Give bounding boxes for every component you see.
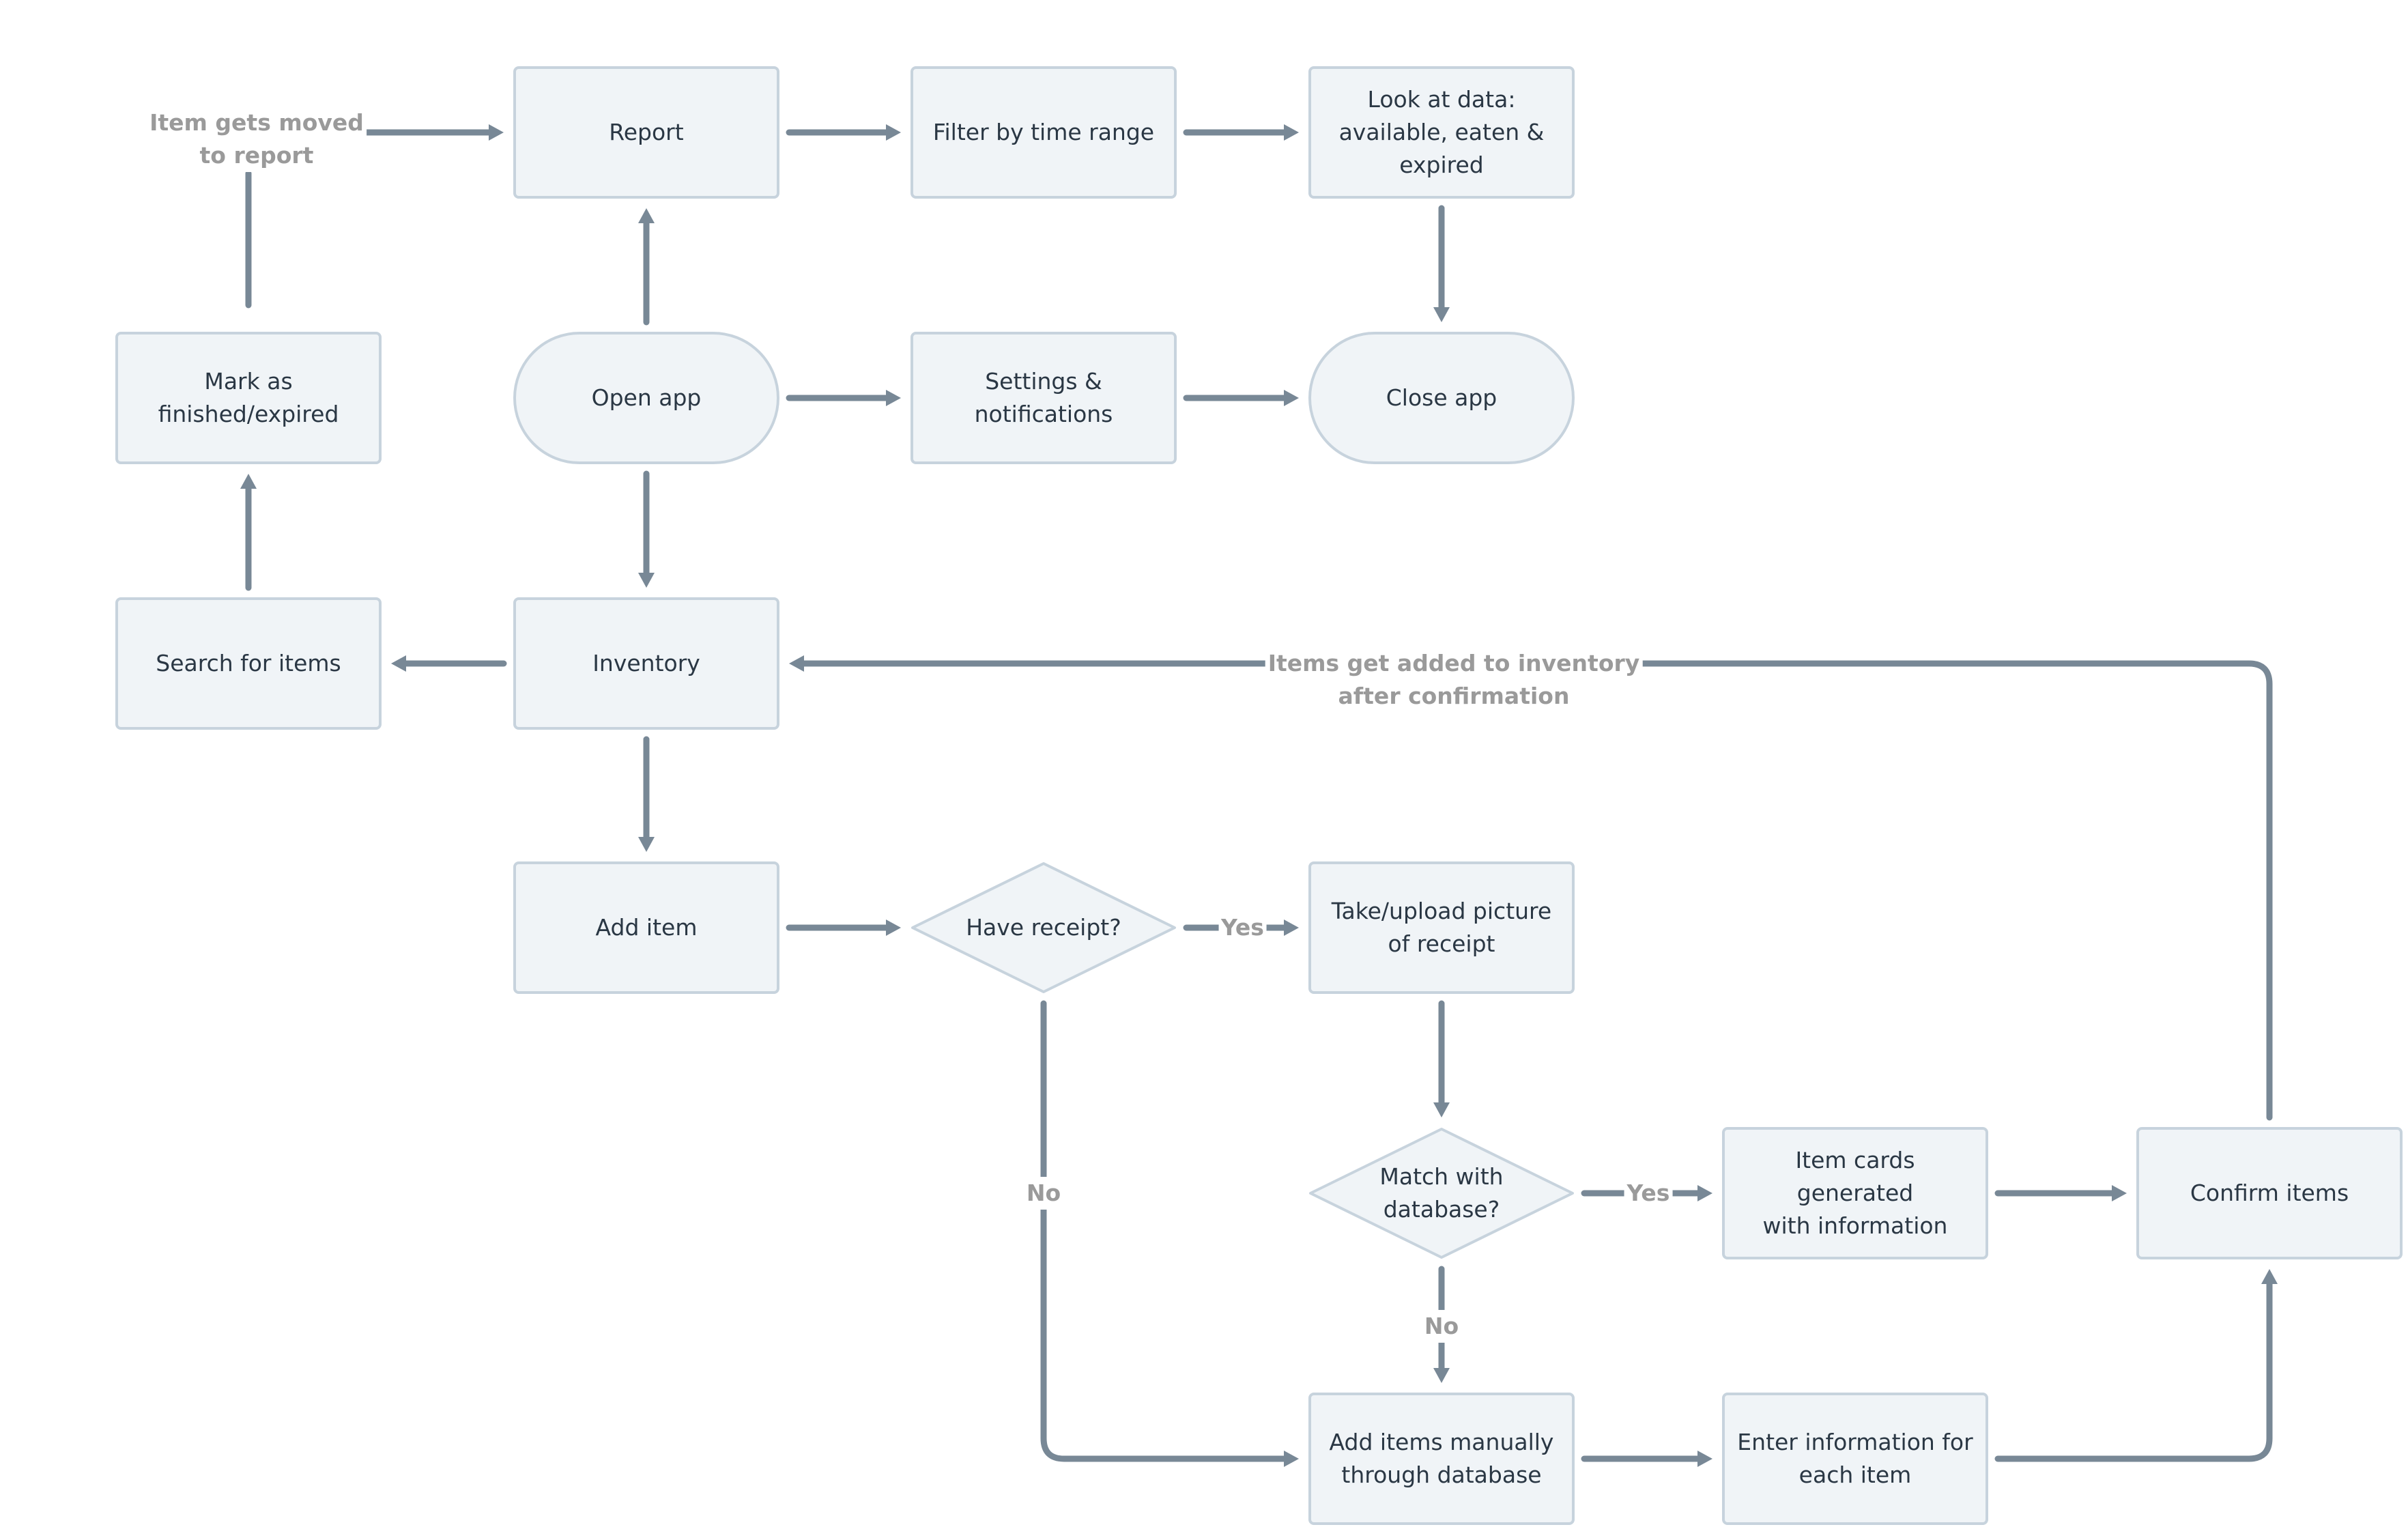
edge-label: No [1421,1309,1462,1343]
node-label: Add item [595,914,698,941]
node-label: Look at data: available, eaten & expired [1338,86,1545,178]
edges-layer [240,124,2278,1467]
arrowhead-icon [391,655,406,672]
arrowhead-icon [886,124,901,141]
node-mark[interactable]: Mark as finished/expired [115,332,382,464]
edge-label: Yes [1218,911,1267,944]
arrowhead-icon [2112,1185,2127,1201]
node-label: Have receipt? [966,914,1121,941]
node-label: Enter information for each item [1737,1429,1973,1488]
node-label: Close app [1386,384,1497,411]
arrowhead-icon [1433,1368,1450,1383]
arrowhead-icon [638,573,655,588]
arrowhead-icon [638,208,655,223]
edge-label: Items get added to inventory after confi… [1265,647,1643,713]
node-filter[interactable]: Filter by time range [911,66,1177,199]
node-additem[interactable]: Add item [513,861,779,994]
node-report[interactable]: Report [513,66,779,199]
node-label: Inventory [592,650,700,676]
node-search[interactable]: Search for items [115,597,382,730]
arrowhead-icon [2261,1269,2278,1284]
flowchart-canvas: Report Filter by time range Look at data: … [0,0,2408,1540]
arrowhead-icon [489,124,504,141]
node-label: Filter by time range [932,119,1155,145]
node-havereceipt[interactable]: Have receipt? [911,861,1177,994]
arrowhead-icon [1697,1451,1712,1467]
arrowhead-icon [638,837,655,852]
node-enterinfo[interactable]: Enter information for each item [1722,1393,1988,1525]
node-label: Settings & notifications [974,368,1113,427]
arrowhead-icon [240,474,257,489]
arrowhead-icon [1284,124,1299,141]
arrowhead-icon [1433,307,1450,322]
node-label: Confirm items [2190,1180,2349,1206]
node-label: Open app [591,384,702,411]
node-label: Mark as finished/expired [158,368,339,427]
node-itemcards[interactable]: Item cards generated with information [1722,1127,1988,1259]
node-label: Add items manually through database [1329,1429,1554,1488]
edge-havereceipt-to-addmanual[interactable] [1040,1000,1289,1462]
node-inventory[interactable]: Inventory [513,597,779,730]
arrowhead-icon [1433,1102,1450,1117]
arrowhead-icon [886,390,901,406]
arrowhead-icon [886,919,901,936]
node-addmanual[interactable]: Add items manually through database [1308,1393,1575,1525]
node-label: Take/upload picture of receipt [1331,898,1552,957]
node-openapp[interactable]: Open app [513,332,779,464]
edge-label: Yes [1624,1177,1673,1210]
arrowhead-icon [1284,1451,1299,1467]
edge-label: No [1023,1177,1064,1210]
node-label: Item cards generated with information [1762,1147,1948,1239]
node-confirm[interactable]: Confirm items [2136,1127,2403,1259]
arrowhead-icon [1284,390,1299,406]
node-label: Match with database? [1379,1163,1504,1223]
arrowhead-icon [789,655,804,672]
node-closeapp[interactable]: Close app [1308,332,1575,464]
arrowhead-icon [1697,1185,1712,1201]
arrowhead-icon [1284,919,1299,936]
edge-enterinfo-to-confirm[interactable] [1994,1279,2273,1462]
node-matchdb[interactable]: Match with database? [1308,1127,1575,1259]
node-label: Search for items [156,650,341,676]
node-lookdata[interactable]: Look at data: available, eaten & expired [1308,66,1575,199]
edge-label: Item gets moved to report [147,106,367,172]
node-label: Report [609,119,684,145]
node-settings[interactable]: Settings & notifications [911,332,1177,464]
node-takepicture[interactable]: Take/upload picture of receipt [1308,861,1575,994]
